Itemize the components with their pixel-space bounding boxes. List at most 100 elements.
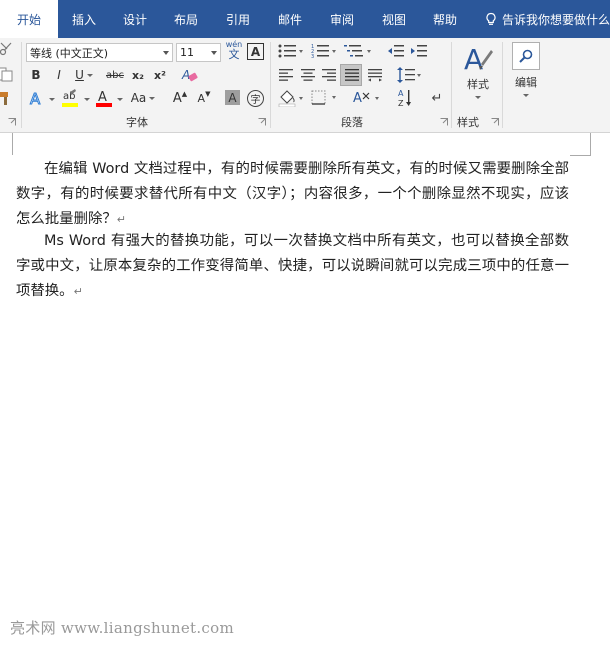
- group-separator: [502, 42, 503, 128]
- enclose-characters-button[interactable]: 字: [247, 90, 264, 107]
- line-break-mark-icon: ↵: [431, 90, 443, 106]
- clear-formatting-icon[interactable]: A: [181, 67, 199, 83]
- styles-button[interactable]: A 样式: [458, 42, 498, 99]
- line-spacing-icon[interactable]: [397, 66, 423, 84]
- italic-label: I: [57, 68, 61, 82]
- phonetic-guide-button[interactable]: wén 文: [224, 40, 244, 64]
- subscript-label: x₂: [132, 68, 144, 82]
- tab-layout[interactable]: 布局: [160, 0, 212, 38]
- paragraph-text: 在编辑 Word 文档过程中，有的时候需要删除所有英文，有的时候又需要删除全部数…: [16, 161, 569, 227]
- font-name-value: 等线 (中文正文): [30, 46, 109, 60]
- chevron-down-icon[interactable]: [211, 51, 217, 55]
- shrink-font-label: A: [197, 91, 206, 105]
- show-formatting-marks-button[interactable]: ↵: [428, 88, 446, 108]
- tab-design[interactable]: 设计: [110, 0, 160, 38]
- group-separator: [270, 42, 271, 128]
- tell-me-box[interactable]: 告诉我你想要做什么: [484, 0, 610, 38]
- tab-help[interactable]: 帮助: [420, 0, 470, 38]
- tab-label: 邮件: [277, 12, 302, 27]
- cut-icon[interactable]: [0, 42, 14, 56]
- multilevel-list-icon[interactable]: [344, 44, 372, 58]
- document-canvas[interactable]: 在编辑 Word 文档过程中，有的时候需要删除所有英文，有的时候又需要删除全部数…: [0, 133, 610, 660]
- copy-icon[interactable]: [0, 66, 14, 82]
- tab-home[interactable]: 开始: [0, 0, 58, 38]
- increase-indent-icon[interactable]: [410, 44, 428, 58]
- chevron-down-icon[interactable]: [84, 98, 90, 101]
- shrink-font-button[interactable]: A ▼: [196, 88, 212, 108]
- font-launcher-icon[interactable]: [258, 118, 266, 126]
- highlighter-icon[interactable]: ab: [61, 88, 79, 108]
- svg-text:A: A: [181, 68, 190, 82]
- character-shading-text: A: [228, 90, 237, 105]
- tab-references[interactable]: 引用: [212, 0, 264, 38]
- tab-label: 插入: [71, 12, 96, 27]
- italic-button[interactable]: I: [51, 65, 67, 85]
- tab-mailings[interactable]: 邮件: [264, 0, 316, 38]
- svg-text:A: A: [98, 90, 107, 105]
- format-painter-icon[interactable]: [0, 90, 16, 106]
- clipboard-launcher-icon[interactable]: [8, 118, 16, 126]
- font-group-label: 字体: [126, 116, 148, 129]
- justify-icon: [345, 69, 359, 81]
- svg-text:3: 3: [311, 54, 314, 58]
- chevron-down-icon[interactable]: [163, 51, 169, 55]
- change-case-button[interactable]: Aa: [128, 88, 158, 108]
- svg-text:A: A: [464, 43, 483, 76]
- font-size-box[interactable]: 11: [176, 43, 221, 62]
- sort-icon[interactable]: A Z: [397, 88, 415, 108]
- underline-button[interactable]: U: [72, 65, 96, 85]
- group-separator: [21, 42, 22, 128]
- font-color-icon[interactable]: A: [95, 88, 113, 108]
- tell-me-text: 告诉我你想要做什么: [502, 12, 610, 27]
- font-name-box[interactable]: 等线 (中文正文): [26, 43, 173, 62]
- ribbon: 等线 (中文正文) 11 wén 文 A B I U abc x₂ x² A A…: [0, 38, 610, 133]
- grow-font-button[interactable]: A ▲: [172, 88, 188, 108]
- grow-font-label: A: [172, 90, 182, 106]
- bold-button[interactable]: B: [28, 65, 44, 85]
- phonetic-bottom-text: 文: [228, 48, 240, 61]
- justify-button[interactable]: [340, 64, 362, 86]
- svg-text:A: A: [30, 90, 41, 107]
- bold-label: B: [31, 68, 41, 82]
- subscript-button[interactable]: x₂: [129, 65, 147, 85]
- editing-button[interactable]: 编辑: [508, 42, 544, 97]
- editing-button-label: 编辑: [515, 76, 537, 89]
- superscript-label: x²: [154, 68, 166, 82]
- font-size-value: 11: [180, 46, 194, 59]
- align-right-icon[interactable]: [321, 68, 337, 82]
- search-icon: [519, 49, 533, 63]
- align-center-icon[interactable]: [300, 68, 316, 82]
- tab-view[interactable]: 视图: [368, 0, 420, 38]
- text-effects-icon[interactable]: A: [28, 89, 46, 108]
- tab-insert[interactable]: 插入: [58, 0, 110, 38]
- strikethrough-button[interactable]: abc: [104, 65, 126, 85]
- styles-group-label: 样式: [457, 116, 479, 129]
- distributed-icon[interactable]: [367, 68, 383, 82]
- paragraph-launcher-icon[interactable]: [440, 118, 448, 126]
- tab-label: 帮助: [432, 12, 457, 27]
- superscript-button[interactable]: x²: [151, 65, 169, 85]
- strikethrough-label: abc: [106, 69, 124, 81]
- borders-icon[interactable]: [311, 90, 339, 106]
- bullets-icon[interactable]: [278, 44, 304, 58]
- tab-label: 视图: [381, 12, 406, 27]
- document-paragraph[interactable]: 在编辑 Word 文档过程中，有的时候需要删除所有英文，有的时候又需要删除全部数…: [16, 157, 569, 232]
- character-shading-button[interactable]: A: [225, 90, 240, 105]
- chevron-down-icon[interactable]: [86, 73, 93, 77]
- tab-label: 布局: [173, 12, 198, 27]
- document-paragraph[interactable]: Ms Word 有强大的替换功能，可以一次替换文档中所有英文，也可以替换全部数字…: [16, 229, 569, 304]
- chevron-down-icon[interactable]: [149, 96, 156, 100]
- chevron-down-icon[interactable]: [49, 98, 55, 101]
- character-border-button[interactable]: A: [247, 43, 264, 60]
- tab-review[interactable]: 审阅: [316, 0, 368, 38]
- numbering-icon[interactable]: 1 2 3: [311, 44, 337, 58]
- decrease-indent-icon[interactable]: [387, 44, 405, 58]
- margin-corner-mark: [590, 133, 591, 155]
- asian-layout-icon[interactable]: A: [352, 89, 382, 107]
- styles-launcher-icon[interactable]: [491, 118, 499, 126]
- align-left-icon[interactable]: [278, 68, 294, 82]
- chevron-down-icon[interactable]: [117, 98, 123, 101]
- shading-icon[interactable]: [278, 89, 306, 107]
- margin-corner-mark: [570, 155, 591, 156]
- paragraph-text: Ms Word 有强大的替换功能，可以一次替换文档中所有英文，也可以替换全部数字…: [16, 233, 569, 299]
